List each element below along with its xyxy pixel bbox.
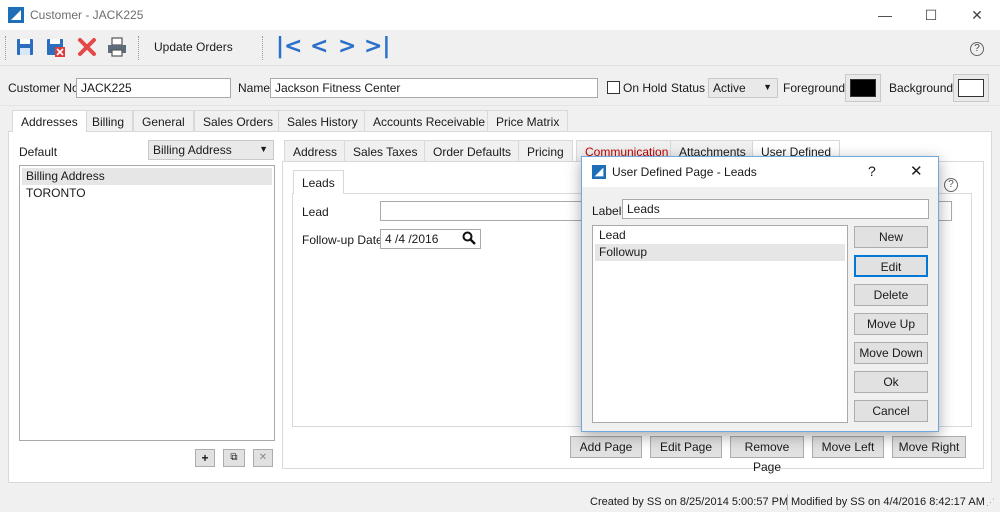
background-swatch: [958, 79, 984, 97]
status-bar: Created by SS on 8/25/2014 5:00:57 PM Mo…: [0, 490, 1000, 512]
previous-record-icon[interactable]: <: [310, 34, 328, 59]
window-title: Customer - JACK225: [30, 8, 144, 22]
toolbar-separator: [262, 36, 263, 60]
cancel-button[interactable]: Cancel: [854, 400, 928, 422]
tab-billing[interactable]: Billing: [83, 110, 134, 132]
move-left-button[interactable]: Move Left: [812, 436, 884, 458]
on-hold-label: On Hold: [623, 81, 668, 95]
last-record-icon[interactable]: >|: [364, 34, 390, 59]
background-label: Background: [889, 81, 954, 95]
user-defined-page-dialog: User Defined Page - Leads ? ✕ Label Lead…: [581, 156, 939, 432]
default-address-value: Billing Address: [153, 143, 232, 157]
chevron-down-icon: ▼: [763, 82, 772, 92]
customer-no-label: Customer No: [8, 81, 79, 95]
toolbar-separator: [138, 36, 139, 60]
tab-sales-orders[interactable]: Sales Orders: [194, 110, 283, 132]
dialog-title: User Defined Page - Leads: [612, 165, 757, 179]
search-icon[interactable]: [462, 231, 476, 245]
edit-button[interactable]: Edit: [854, 255, 928, 277]
remove-address-button[interactable]: ✕: [253, 449, 273, 467]
background-color-button[interactable]: [953, 74, 989, 102]
tab-pricing[interactable]: Pricing: [518, 140, 573, 162]
customer-no-field[interactable]: JACK225: [76, 78, 231, 98]
help-icon[interactable]: ?: [970, 42, 984, 56]
created-status: Created by SS on 8/25/2014 5:00:57 PM: [590, 496, 789, 508]
move-up-button[interactable]: Move Up: [854, 313, 928, 335]
remove-page-button[interactable]: Remove Page: [730, 436, 804, 474]
field-list[interactable]: Lead Followup: [592, 225, 848, 423]
app-icon: [8, 7, 24, 23]
name-label: Name: [238, 81, 271, 95]
foreground-swatch: [850, 79, 876, 97]
save-icon[interactable]: [14, 36, 36, 58]
next-record-icon[interactable]: >: [338, 34, 356, 59]
tab-accounts-receivable[interactable]: Accounts Receivable: [364, 110, 495, 132]
list-item[interactable]: TORONTO: [22, 185, 272, 202]
tab-general[interactable]: General: [133, 110, 194, 132]
copy-address-button[interactable]: ⧉: [223, 449, 245, 467]
status-select[interactable]: Active ▼: [708, 78, 778, 98]
tab-order-defaults[interactable]: Order Defaults: [424, 140, 521, 162]
on-hold-checkbox[interactable]: [607, 81, 620, 94]
toolbar-grip: [5, 36, 6, 60]
ok-button[interactable]: Ok: [854, 371, 928, 393]
label-field[interactable]: Leads: [622, 199, 929, 219]
lead-label: Lead: [302, 205, 329, 219]
tab-price-matrix[interactable]: Price Matrix: [487, 110, 569, 132]
list-item[interactable]: Billing Address: [22, 168, 272, 185]
app-icon: [592, 165, 606, 179]
new-button[interactable]: New: [854, 226, 928, 248]
address-list[interactable]: Billing Address TORONTO: [19, 165, 275, 441]
foreground-label: Foreground: [783, 81, 846, 95]
update-orders-button[interactable]: Update Orders: [154, 40, 233, 54]
minimize-icon[interactable]: —: [862, 0, 908, 30]
dialog-close-icon[interactable]: ✕: [910, 162, 923, 180]
close-icon[interactable]: ✕: [954, 0, 1000, 30]
tab-addresses[interactable]: Addresses: [12, 110, 87, 132]
label-label: Label: [592, 204, 622, 218]
followup-date-label: Follow-up Date: [302, 233, 383, 247]
title-bar: Customer - JACK225 — ☐ ✕: [0, 0, 1000, 30]
add-address-button[interactable]: +: [195, 449, 215, 467]
help-icon[interactable]: ?: [944, 178, 958, 192]
move-down-button[interactable]: Move Down: [854, 342, 928, 364]
status-label: Status: [671, 81, 706, 95]
delete-icon[interactable]: [76, 36, 98, 58]
delete-button[interactable]: Delete: [854, 284, 928, 306]
maximize-icon[interactable]: ☐: [908, 0, 954, 30]
default-label: Default: [19, 145, 58, 159]
move-right-button[interactable]: Move Right: [892, 436, 966, 458]
first-record-icon[interactable]: |<: [276, 34, 302, 59]
list-item[interactable]: Followup: [595, 244, 845, 261]
name-field[interactable]: Jackson Fitness Center: [270, 78, 598, 98]
list-item[interactable]: Lead: [595, 227, 845, 244]
dialog-title-bar: User Defined Page - Leads ? ✕: [582, 157, 938, 187]
customer-header: Customer No JACK225 Name Jackson Fitness…: [0, 66, 1000, 106]
print-icon[interactable]: [106, 36, 128, 58]
foreground-color-button[interactable]: [845, 74, 881, 102]
resize-grip-icon[interactable]: ⋰: [986, 497, 995, 508]
status-divider: [787, 494, 788, 510]
save-close-icon[interactable]: [44, 36, 66, 58]
dialog-help-icon[interactable]: ?: [868, 163, 876, 179]
status-value: Active: [713, 81, 746, 95]
tab-sales-history[interactable]: Sales History: [278, 110, 367, 132]
tab-sales-taxes[interactable]: Sales Taxes: [344, 140, 427, 162]
default-address-select[interactable]: Billing Address ▼: [148, 140, 274, 160]
modified-status: Modified by SS on 4/4/2016 8:42:17 AM: [791, 496, 985, 508]
add-page-button[interactable]: Add Page: [570, 436, 642, 458]
chevron-down-icon: ▼: [259, 144, 268, 154]
toolbar: Update Orders |< < > >| ?: [0, 30, 1000, 66]
tab-leads[interactable]: Leads: [293, 170, 344, 194]
edit-page-button[interactable]: Edit Page: [650, 436, 722, 458]
tab-address[interactable]: Address: [284, 140, 347, 162]
